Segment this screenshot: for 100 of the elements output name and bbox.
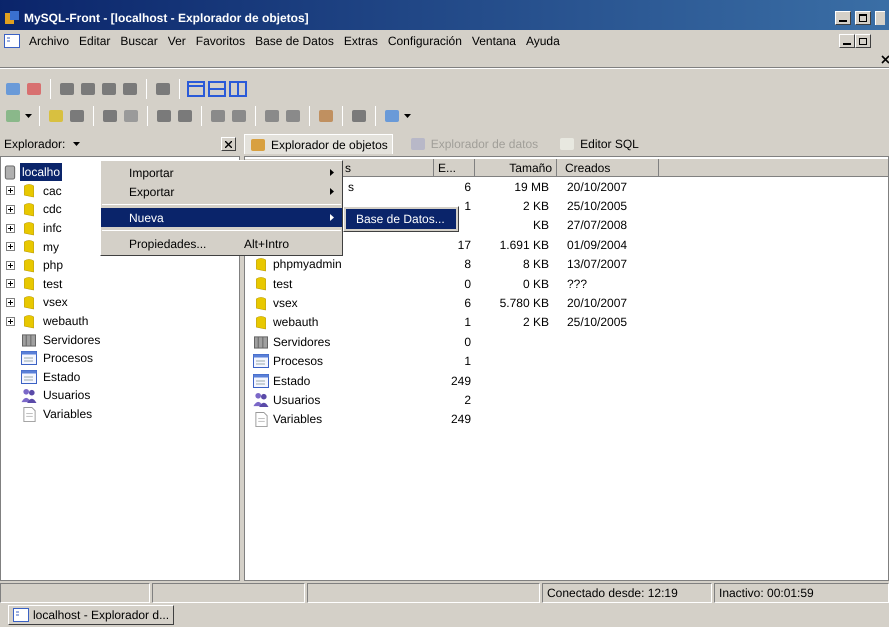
- close-icon: [225, 140, 232, 148]
- toolbar-icon[interactable]: [209, 108, 227, 124]
- tree-item[interactable]: Servidores: [43, 330, 100, 349]
- toolbar-icon[interactable]: [350, 108, 368, 124]
- tree-item[interactable]: cac: [43, 182, 62, 200]
- tree-item[interactable]: my: [43, 238, 59, 256]
- toolbar-icon[interactable]: [100, 81, 118, 97]
- table-cell: 1: [464, 354, 471, 368]
- server-icon: [4, 164, 16, 180]
- table-cell: 8 KB: [522, 257, 549, 272]
- tree-item[interactable]: infc: [43, 219, 62, 238]
- window-icon: [13, 608, 29, 622]
- toolbar-icon[interactable]: [79, 81, 97, 97]
- expand-toggle[interactable]: [6, 224, 15, 233]
- menu-item[interactable]: Propiedades... Alt+Intro: [101, 234, 342, 253]
- tile-vertical-icon[interactable]: [229, 81, 247, 97]
- expand-toggle[interactable]: [6, 186, 15, 196]
- child-minimize-button[interactable]: [839, 34, 855, 48]
- toolbar-icon[interactable]: [58, 81, 76, 97]
- tree-item[interactable]: Usuarios: [43, 386, 90, 404]
- table-cell[interactable]: phpmyadmin: [273, 255, 342, 274]
- table-cell[interactable]: Usuarios: [273, 390, 320, 409]
- tab[interactable]: Explorador de objetos: [244, 134, 393, 154]
- menu-item[interactable]: Extras: [338, 32, 383, 50]
- dropdown-caret-icon[interactable]: [404, 114, 411, 118]
- expand-toggle[interactable]: [6, 204, 15, 214]
- close-panel-button[interactable]: [221, 137, 236, 151]
- status-pane: Conectado desde: 12:19: [542, 583, 712, 603]
- cascade-windows-icon[interactable]: [187, 81, 205, 97]
- servers-icon: [21, 332, 37, 347]
- table-cell: 5.780 KB: [500, 296, 549, 310]
- tree-item[interactable]: Variables: [43, 405, 92, 424]
- toolbar-icon[interactable]: [230, 108, 248, 124]
- toolbar-icon[interactable]: [284, 108, 302, 124]
- table-cell: 2 KB: [522, 199, 549, 214]
- menu-item[interactable]: Ver: [162, 32, 191, 50]
- menu-item[interactable]: Favoritos: [190, 32, 250, 50]
- new-connection-icon[interactable]: [4, 81, 22, 97]
- column-header[interactable]: E...: [434, 159, 475, 177]
- table-cell[interactable]: vsex: [273, 294, 298, 312]
- toolbar-icon[interactable]: [122, 108, 140, 124]
- tile-horizontal-icon[interactable]: [208, 81, 226, 97]
- menu-item[interactable]: Configuración: [382, 32, 467, 50]
- maximize-button[interactable]: [855, 11, 871, 25]
- expand-toggle[interactable]: [6, 242, 15, 252]
- tree-item[interactable]: cdc: [43, 200, 62, 218]
- child-restore-button[interactable]: [855, 34, 871, 48]
- table-cell[interactable]: Procesos: [273, 352, 324, 370]
- expand-toggle[interactable]: [6, 260, 15, 270]
- taskbar-button[interactable]: localhost - Explorador d...: [8, 605, 174, 625]
- toolbar-icon[interactable]: [176, 108, 194, 124]
- expand-toggle[interactable]: [6, 279, 15, 288]
- toolbar-icon[interactable]: [101, 108, 119, 124]
- toolbar-icon[interactable]: [263, 108, 281, 124]
- menu-item[interactable]: Importar: [101, 163, 342, 182]
- column-header[interactable]: Tamaño: [475, 159, 557, 177]
- table-cell[interactable]: Variables: [273, 410, 322, 428]
- toolbar-icon[interactable]: [155, 108, 173, 124]
- menu-item[interactable]: Base de Datos: [250, 32, 339, 50]
- table-cell: 249: [450, 412, 471, 426]
- column-header[interactable]: Creados: [557, 159, 659, 177]
- toolbar-icon[interactable]: [154, 81, 172, 97]
- tab[interactable]: Editor SQL: [554, 134, 643, 154]
- dropdown-caret-icon[interactable]: [73, 142, 80, 146]
- tree-item[interactable]: webauth: [43, 312, 88, 330]
- tree-item[interactable]: Procesos: [43, 349, 94, 368]
- menu-item[interactable]: Buscar: [115, 32, 163, 50]
- tree-item[interactable]: vsex: [43, 293, 68, 312]
- table-cell[interactable]: test: [273, 274, 292, 293]
- menu-item[interactable]: Exportar: [101, 182, 342, 201]
- menu-item[interactable]: Ventana: [466, 32, 521, 50]
- menu-item[interactable]: Base de Datos...: [346, 209, 456, 229]
- toolbar-tool-icon[interactable]: [317, 108, 335, 124]
- minimize-button[interactable]: [835, 11, 851, 25]
- database-icon: [255, 276, 267, 292]
- table-cell[interactable]: webauth: [273, 313, 318, 332]
- dropdown-caret-icon[interactable]: [25, 114, 32, 118]
- menu-item[interactable]: Editar: [74, 32, 116, 50]
- document-icon: [22, 406, 36, 422]
- database-icon: [255, 296, 267, 311]
- expand-toggle[interactable]: [6, 316, 15, 326]
- table-cell[interactable]: Servidores: [273, 332, 330, 351]
- close-icon[interactable]: [881, 55, 889, 64]
- menu-item[interactable]: Ayuda: [520, 32, 565, 50]
- tree-item[interactable]: Estado: [43, 368, 80, 386]
- tree-item[interactable]: test: [43, 274, 62, 293]
- menu-item[interactable]: Archivo: [24, 32, 74, 50]
- table-cell[interactable]: s: [348, 178, 354, 196]
- objects-icon[interactable]: [249, 136, 267, 152]
- tree-item[interactable]: localho: [20, 163, 62, 182]
- tree-item[interactable]: php: [43, 256, 64, 274]
- table-cell[interactable]: Estado: [273, 372, 310, 390]
- toolbar-icon[interactable]: [121, 81, 139, 97]
- menu-item[interactable]: Nueva: [101, 208, 342, 227]
- document-window-icon[interactable]: [4, 34, 20, 48]
- toolbar-icon[interactable]: [68, 108, 86, 124]
- document-icon: [254, 412, 268, 427]
- table-cell: 6: [464, 296, 471, 310]
- expand-toggle[interactable]: [6, 298, 15, 307]
- close-connection-icon[interactable]: [25, 81, 43, 97]
